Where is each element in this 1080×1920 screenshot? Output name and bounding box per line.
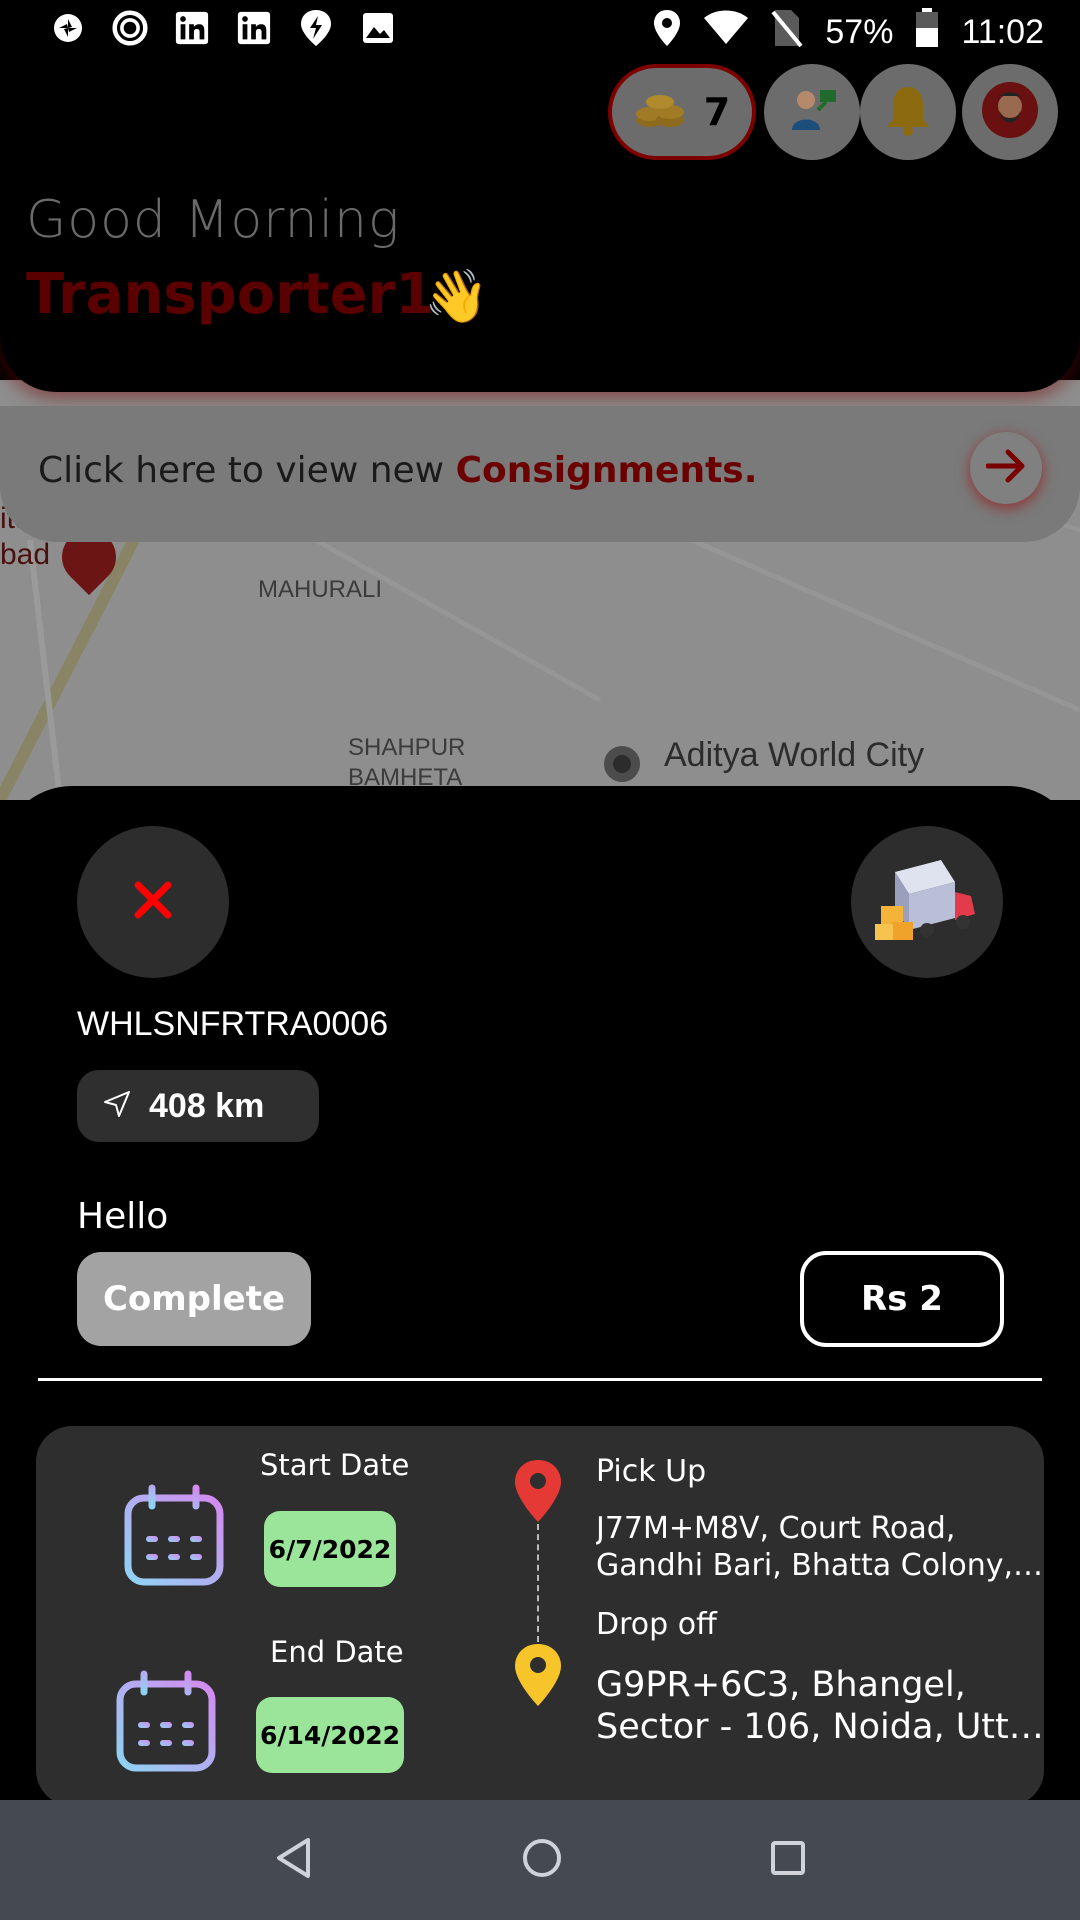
view-consignments-button[interactable] [970,432,1042,504]
battery-icon [915,8,939,57]
map-label-shahpur: SHAHPUR [348,734,466,761]
price-button[interactable]: Rs 2 [800,1251,1004,1347]
clock: 11:02 [961,13,1044,51]
dropoff-pin-icon [512,1642,564,1712]
map-label-city-2: bad [0,538,51,571]
system-navigation-bar [0,1800,1080,1920]
divider [38,1378,1042,1381]
pickup-address-line2: Gandhi Bari, Bhatta Colony, ... [596,1548,1046,1583]
circle-app-icon [112,10,148,46]
distance-pill: 408 km [77,1070,319,1142]
dropoff-label: Drop off [596,1607,717,1642]
end-date-value: 6/14/2022 [256,1697,404,1773]
map-label-aditya: Aditya World City [664,736,925,774]
coins-button[interactable]: 7 [608,64,756,160]
image-icon [360,10,396,46]
route-line [537,1524,539,1642]
arrow-right-icon [985,448,1026,488]
close-icon [134,881,172,923]
coins-count: 7 [703,90,731,134]
greeting: Good Morning [26,190,401,250]
notifications-button[interactable] [860,64,956,160]
complete-button[interactable]: Complete [77,1252,311,1346]
pickup-pin-icon [512,1458,564,1528]
linkedin-icon [236,10,272,46]
consignment-id: WHLSNFRTRA0006 [77,1005,389,1043]
banner-text: Click here to view new Consignments. [38,450,757,491]
support-button[interactable] [764,64,860,160]
wifi-icon [703,10,749,55]
back-icon[interactable] [274,1837,314,1883]
dropoff-address-line2: Sector - 106, Noida, Uttar... [596,1707,1046,1747]
support-agent-icon [782,80,842,144]
fan-icon [50,10,86,46]
banner-text-emphasis: Consignments. [455,450,758,491]
avatar [980,80,1040,144]
recents-icon[interactable] [770,1840,806,1880]
banner-text-prefix: Click here to view new [38,450,456,491]
no-sim-icon [771,8,803,57]
new-consignments-banner[interactable]: Click here to view new Consignments. [0,406,1080,542]
distance-value: 408 km [149,1086,265,1125]
user-name: Transporter1 [26,262,435,327]
consignment-note: Hello [77,1196,169,1237]
wave-emoji: 👋 [424,267,489,327]
battery-percent: 57% [825,13,894,51]
calendar-icon [114,1670,218,1778]
coins-icon [634,90,686,134]
bell-icon [884,83,932,141]
truck-button[interactable] [851,826,1003,978]
place-pin-icon [604,746,640,782]
lightning-app-icon [298,10,334,46]
dropoff-address-line1: G9PR+6C3, Bhangel, [596,1665,966,1705]
map-label-mahurali: MAHURALI [258,576,383,603]
pickup-address-line1: J77M+M8V, Court Road, [596,1511,956,1546]
start-date-label: Start Date [260,1448,410,1482]
linkedin-icon [174,10,210,46]
home-icon[interactable] [521,1837,563,1883]
end-date-label: End Date [270,1635,404,1669]
close-button[interactable] [77,826,229,978]
navigation-arrow-icon [103,1090,131,1122]
status-bar: 57% 11:02 [0,0,1080,64]
start-date-value: 6/7/2022 [264,1511,396,1587]
location-icon [653,9,681,56]
pickup-label: Pick Up [596,1454,707,1489]
profile-avatar[interactable] [962,64,1058,160]
calendar-icon [122,1484,226,1592]
delivery-truck-icon [875,852,979,952]
